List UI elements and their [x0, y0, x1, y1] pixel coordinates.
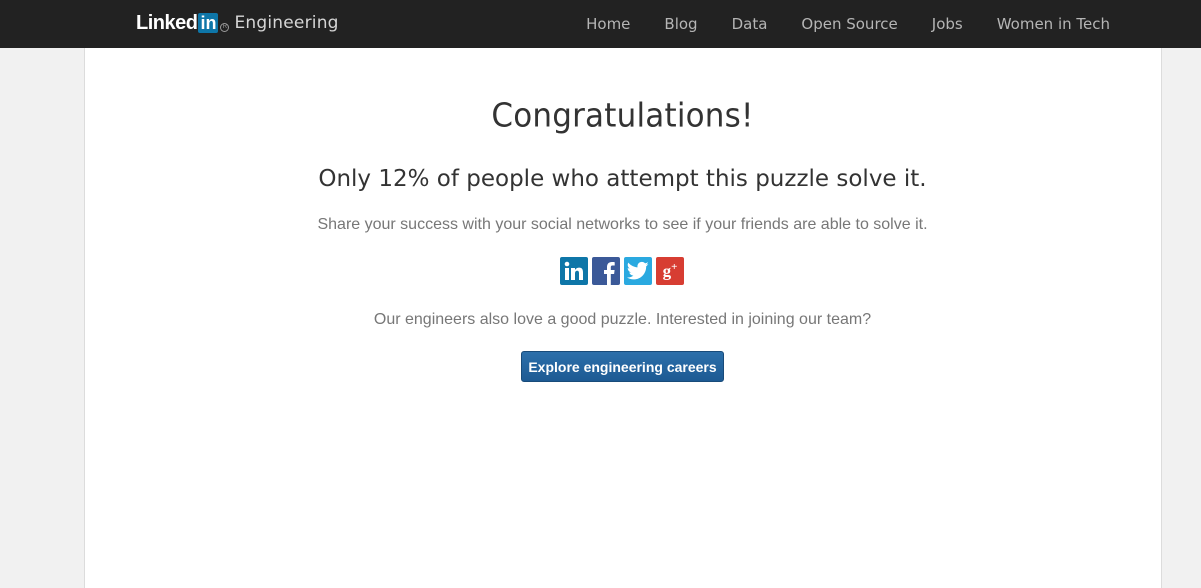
nav-link-women-in-tech[interactable]: Women in Tech — [997, 15, 1110, 33]
nav-link-data[interactable]: Data — [732, 15, 768, 33]
nav-link-blog[interactable]: Blog — [664, 15, 697, 33]
registered-mark-icon: R — [220, 22, 230, 32]
page-title: Congratulations! — [491, 97, 754, 135]
twitter-bird-icon — [627, 261, 649, 280]
nav-link-home[interactable]: Home — [586, 15, 630, 33]
puzzle-stat-subtitle: Only 12% of people who attempt this puzz… — [318, 166, 927, 192]
google-plus-glyph-icon: g+ — [662, 260, 678, 281]
logo-linked-text: Linked — [136, 11, 198, 34]
facebook-glyph-icon — [604, 262, 615, 285]
share-prompt-text: Share your success with your social netw… — [317, 216, 928, 233]
nav-link-open-source[interactable]: Open Source — [801, 15, 897, 33]
logo-in-badge: in — [198, 13, 219, 33]
google-plus-icon[interactable]: g+ — [656, 257, 684, 285]
facebook-icon[interactable] — [592, 257, 620, 285]
logo-engineering-text: Engineering — [234, 13, 339, 33]
nav-link-jobs[interactable]: Jobs — [932, 15, 963, 33]
linkedin-engineering-logo[interactable]: Linked in R Engineering — [136, 10, 339, 36]
twitter-icon[interactable] — [624, 257, 652, 285]
explore-careers-button[interactable]: Explore engineering careers — [521, 351, 724, 382]
main-nav: Home Blog Data Open Source Jobs Women in… — [552, 0, 1110, 48]
top-navigation-bar: Linked in R Engineering Home Blog Data O… — [0, 0, 1201, 48]
linkedin-glyph-icon — [564, 261, 583, 280]
linkedin-icon[interactable] — [560, 257, 588, 285]
social-share-buttons: g+ — [560, 257, 684, 285]
careers-prompt-text: Our engineers also love a good puzzle. I… — [373, 311, 872, 328]
